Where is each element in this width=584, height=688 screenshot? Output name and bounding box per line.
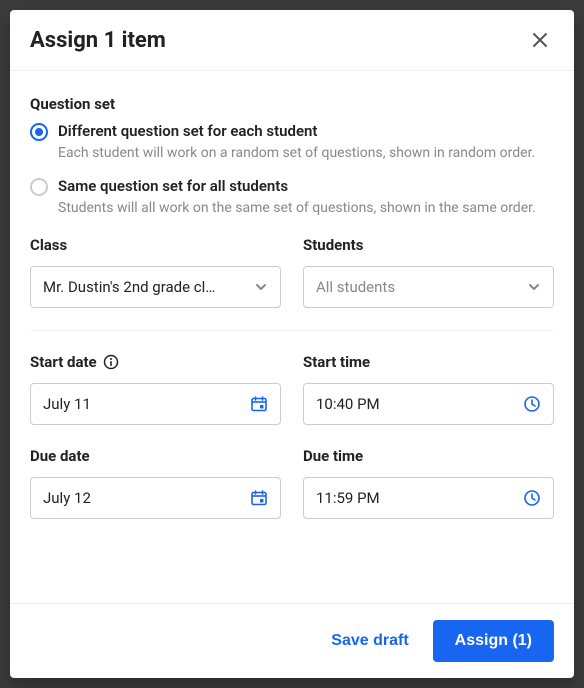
chevron-down-icon [527, 280, 541, 294]
question-set-radio-group: Different question set for each student … [30, 121, 554, 218]
start-date-label: Start date [30, 353, 281, 371]
start-date-column: Start date July 11 [30, 353, 281, 425]
students-column: Students All students [303, 236, 554, 308]
due-date-input[interactable]: July 12 [30, 477, 281, 519]
clock-icon [523, 395, 541, 413]
due-time-column: Due time 11:59 PM [303, 447, 554, 519]
divider [30, 330, 554, 331]
start-time-column: Start time 10:40 PM [303, 353, 554, 425]
start-time-label: Start time [303, 353, 554, 371]
class-select-value: Mr. Dustin's 2nd grade cl… [43, 278, 246, 296]
radio-content: Different question set for each student … [58, 121, 554, 164]
students-select-value: All students [316, 278, 519, 296]
due-time-value: 11:59 PM [316, 489, 380, 507]
due-time-label: Due time [303, 447, 554, 465]
radio-icon [30, 123, 48, 141]
due-date-value: July 12 [43, 489, 91, 507]
modal-footer: Save draft Assign (1) [10, 603, 574, 678]
modal-overlay: Assign 1 item Question set Different que… [0, 0, 584, 688]
save-draft-button[interactable]: Save draft [327, 626, 412, 656]
calendar-icon [250, 395, 268, 413]
modal-header: Assign 1 item [10, 10, 574, 71]
clock-icon [523, 489, 541, 507]
radio-icon [30, 178, 48, 196]
calendar-icon [250, 489, 268, 507]
question-set-label: Question set [30, 95, 554, 113]
modal-body: Question set Different question set for … [10, 71, 574, 603]
chevron-down-icon [254, 280, 268, 294]
class-label: Class [30, 236, 281, 254]
students-label: Students [303, 236, 554, 254]
start-date-label-text: Start date [30, 353, 97, 371]
students-select[interactable]: All students [303, 266, 554, 308]
start-date-value: July 11 [43, 395, 91, 413]
modal-title: Assign 1 item [30, 28, 166, 53]
radio-same-set[interactable]: Same question set for all students Stude… [30, 176, 554, 219]
class-select[interactable]: Mr. Dustin's 2nd grade cl… [30, 266, 281, 308]
start-time-input[interactable]: 10:40 PM [303, 383, 554, 425]
assign-button[interactable]: Assign (1) [433, 620, 554, 662]
radio-title: Different question set for each student [58, 121, 554, 142]
start-time-value: 10:40 PM [316, 395, 380, 413]
assign-modal: Assign 1 item Question set Different que… [10, 10, 574, 678]
start-date-input[interactable]: July 11 [30, 383, 281, 425]
close-icon [532, 32, 548, 48]
due-row: Due date July 12 Due time 11:59 PM [30, 447, 554, 519]
radio-content: Same question set for all students Stude… [58, 176, 554, 219]
radio-title: Same question set for all students [58, 176, 554, 197]
close-button[interactable] [526, 26, 554, 54]
info-icon[interactable] [103, 354, 119, 370]
due-date-column: Due date July 12 [30, 447, 281, 519]
due-date-label: Due date [30, 447, 281, 465]
class-students-row: Class Mr. Dustin's 2nd grade cl… Student… [30, 236, 554, 308]
radio-different-set[interactable]: Different question set for each student … [30, 121, 554, 164]
class-column: Class Mr. Dustin's 2nd grade cl… [30, 236, 281, 308]
start-row: Start date July 11 Start time [30, 353, 554, 425]
due-time-input[interactable]: 11:59 PM [303, 477, 554, 519]
radio-description: Students will all work on the same set o… [58, 199, 554, 219]
radio-description: Each student will work on a random set o… [58, 144, 554, 164]
